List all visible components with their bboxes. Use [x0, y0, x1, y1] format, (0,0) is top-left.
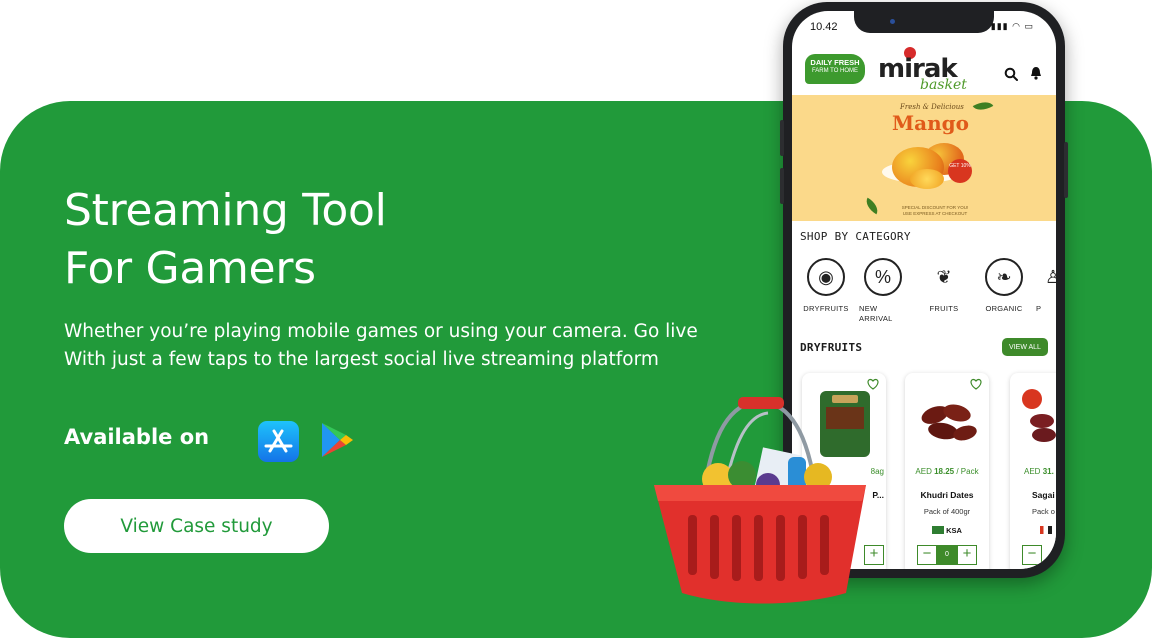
category-fruits[interactable]: ❦ FRUITS	[916, 258, 972, 314]
product-price: AED 31.	[1010, 467, 1056, 476]
product-pack: Pack of 400gr	[923, 507, 971, 516]
quantity-stepper[interactable]: −	[1022, 545, 1056, 565]
mango-slice-image	[910, 169, 944, 189]
category-dryfruits[interactable]: ◉ DRYFRUITS	[798, 258, 854, 314]
app-logo-sub: basket	[920, 77, 967, 93]
category-label: FRUITS	[929, 304, 959, 313]
banner-subtitle: Fresh & Delicious	[900, 103, 964, 111]
product-price: AED 18.25 / Pack	[905, 467, 989, 476]
product-icon: ♙	[1045, 258, 1056, 296]
decrease-button[interactable]: −	[1022, 545, 1042, 565]
camera-icon	[890, 19, 895, 24]
fruits-icon: ❦	[925, 258, 963, 296]
volume-button	[780, 168, 784, 204]
price-currency: AED	[1024, 467, 1041, 476]
dryfruits-section-title: DRYFRUITS	[800, 341, 863, 354]
status-time: 10.42	[810, 21, 838, 33]
category-partial[interactable]: ♙ P	[1036, 258, 1056, 314]
view-case-study-button[interactable]: View Case study	[64, 499, 329, 553]
shop-by-category-title: SHOP BY CATEGORY	[800, 230, 911, 243]
increase-button[interactable]: +	[957, 545, 977, 565]
available-on-label: Available on	[64, 425, 210, 449]
product-origin	[1010, 526, 1056, 535]
category-label: NEW ARRIVAL	[859, 304, 893, 323]
bell-icon[interactable]	[1030, 66, 1042, 80]
product-name: Khudri Dates	[920, 490, 974, 500]
dryfruits-icon: ◉	[807, 258, 845, 296]
dates-image	[915, 387, 979, 457]
price-value: 18.25	[934, 467, 955, 476]
shopping-basket-image	[654, 397, 866, 604]
category-label: DRYFRUITS	[803, 304, 849, 313]
product-origin: KSA	[905, 526, 989, 535]
category-label: P	[1036, 304, 1042, 313]
signal-wifi-battery-icon: ▮▮▮ ◠ ▭	[990, 21, 1034, 31]
leaf-decoration	[862, 197, 882, 215]
origin-label: KSA	[946, 526, 962, 535]
quantity-value: 0	[937, 545, 957, 565]
leaf-icon: ❧	[985, 258, 1023, 296]
volume-button	[780, 120, 784, 156]
app-store-icon[interactable]	[258, 421, 299, 462]
uae-flag-icon	[1040, 526, 1052, 534]
badge-line2: FARM TO HOME	[811, 68, 859, 74]
daily-fresh-badge: DAILY FRESH FARM TO HOME	[805, 54, 865, 84]
leaf-decoration	[972, 97, 994, 115]
hero-title: Streaming Tool For Gamers	[64, 182, 584, 298]
hero-title-line1: Streaming Tool	[64, 185, 387, 236]
price-unit: / Pack	[956, 467, 979, 476]
product-card[interactable]: AED 31. Sagai Pack o −	[1010, 373, 1056, 569]
ksa-flag-icon	[932, 526, 945, 534]
percent-icon: %	[864, 258, 902, 296]
product-card[interactable]: AED 18.25 / Pack Khudri Dates Pack of 40…	[905, 373, 989, 569]
dates-image	[1020, 387, 1056, 457]
price-currency: AED	[915, 467, 932, 476]
view-all-button[interactable]: VIEW ALL	[1002, 338, 1048, 356]
discount-tag: GET 10%	[948, 159, 972, 183]
decrease-button[interactable]: −	[917, 545, 937, 565]
search-icon[interactable]	[1004, 67, 1018, 81]
hero-title-line2: For Gamers	[64, 243, 316, 294]
category-label: ORGANIC	[985, 304, 1023, 313]
power-button	[1064, 142, 1068, 198]
price-value: 31.	[1042, 467, 1054, 476]
hero-description: Whether you’re playing mobile games or u…	[64, 321, 698, 370]
google-play-icon[interactable]	[320, 421, 354, 459]
mango-banner[interactable]: Fresh & Delicious Mango GET 10% SPECIAL …	[792, 95, 1056, 221]
category-organic[interactable]: ❧ ORGANIC	[976, 258, 1032, 314]
banner-note: SPECIAL DISCOUNT FOR YOU! USE EXPRESS AT…	[901, 205, 969, 216]
badge-line1: DAILY FRESH	[810, 58, 860, 67]
category-new-arrival[interactable]: % NEW ARRIVAL	[855, 258, 911, 324]
product-pack: Pack o	[1032, 507, 1055, 516]
phone-notch	[854, 11, 994, 33]
product-name: Sagai	[1032, 490, 1055, 500]
banner-title: Mango	[892, 111, 969, 135]
quantity-stepper[interactable]: − 0 +	[917, 545, 979, 565]
